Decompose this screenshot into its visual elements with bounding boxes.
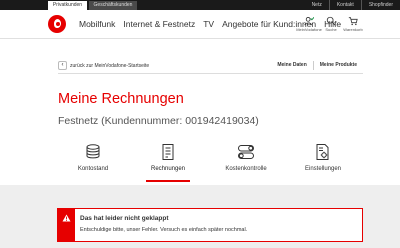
nav-icons: MeinVodafone Suche Warenkorb <box>296 16 364 32</box>
page-subtitle: Festnetz (Kundennummer: 001942419034) <box>58 115 259 127</box>
toggles-icon <box>238 145 254 159</box>
user-check-icon <box>304 16 314 26</box>
nav-item-tv[interactable]: TV <box>203 19 214 29</box>
account-tabs: Meine Daten Meine Produkte <box>271 61 363 70</box>
coins-icon <box>86 144 100 159</box>
settings-document-icon <box>316 144 329 160</box>
tab-kontostand[interactable]: Kontostand <box>58 143 128 172</box>
invoice-icon <box>162 144 174 160</box>
tab-privatkunden[interactable]: Privatkunden <box>48 1 87 10</box>
nav-item-internet-festnetz[interactable]: Internet & Festnetz <box>123 19 195 29</box>
utility-links: Netz Kontakt Shopfinder <box>305 0 400 10</box>
cart-button[interactable]: Warenkorb <box>342 16 364 32</box>
alert-title: Das hat leider nicht geklappt <box>80 215 169 222</box>
meinvodafone-button[interactable]: MeinVodafone <box>296 16 322 32</box>
warning-icon <box>62 214 71 222</box>
alert-stripe <box>58 209 75 241</box>
search-icon <box>326 16 336 26</box>
chevron-left-icon: ‹ <box>58 61 67 70</box>
page-title: Meine Rechnungen <box>58 91 184 107</box>
link-kontakt[interactable]: Kontakt <box>328 0 361 10</box>
tab-rechnungen[interactable]: Rechnungen <box>133 143 203 182</box>
active-tab-indicator <box>146 180 190 182</box>
tab-kontostand-label: Kontostand <box>77 166 109 172</box>
error-alert: Das hat leider nicht geklappt Entschuldi… <box>57 208 363 242</box>
search-label: Suche <box>325 27 337 32</box>
tab-geschaeftskunden[interactable]: Geschäftskunden <box>89 1 137 10</box>
tab-einstellungen[interactable]: Einstellungen <box>288 143 358 172</box>
link-shopfinder[interactable]: Shopfinder <box>360 0 400 10</box>
cart-icon <box>348 17 358 26</box>
nav-item-mobilfunk[interactable]: Mobilfunk <box>79 19 115 29</box>
link-netz[interactable]: Netz <box>305 0 329 10</box>
tab-rechnungen-label: Rechnungen <box>150 166 186 172</box>
alert-message: Entschuldige bitte, unser Fehler. Versuc… <box>80 227 248 233</box>
tab-einstellungen-label: Einstellungen <box>304 166 342 172</box>
tab-kostenkontrolle[interactable]: Kostenkontrolle <box>211 143 281 172</box>
main-navigation: Mobilfunk Internet & Festnetz TV Angebot… <box>0 10 400 39</box>
breadcrumb: ‹ zurück zur MeinVodafone-Startseite Mein… <box>58 59 363 73</box>
back-link[interactable]: ‹ zurück zur MeinVodafone-Startseite <box>58 61 149 70</box>
tab-meine-produkte[interactable]: Meine Produkte <box>312 61 363 70</box>
tab-kostenkontrolle-label: Kostenkontrolle <box>225 166 267 172</box>
cart-label: Warenkorb <box>343 27 363 32</box>
search-button[interactable]: Suche <box>320 16 342 32</box>
back-link-label: zurück zur MeinVodafone-Startseite <box>70 62 150 69</box>
divider <box>58 73 363 74</box>
meinvodafone-label: MeinVodafone <box>296 27 322 32</box>
function-tabs: Kontostand Rechnungen Kostenkontrolle Ei… <box>58 143 363 185</box>
vodafone-logo[interactable] <box>48 15 66 33</box>
tab-meine-daten[interactable]: Meine Daten <box>271 61 312 70</box>
top-bar: Privatkunden Geschäftskunden Netz Kontak… <box>0 0 400 10</box>
